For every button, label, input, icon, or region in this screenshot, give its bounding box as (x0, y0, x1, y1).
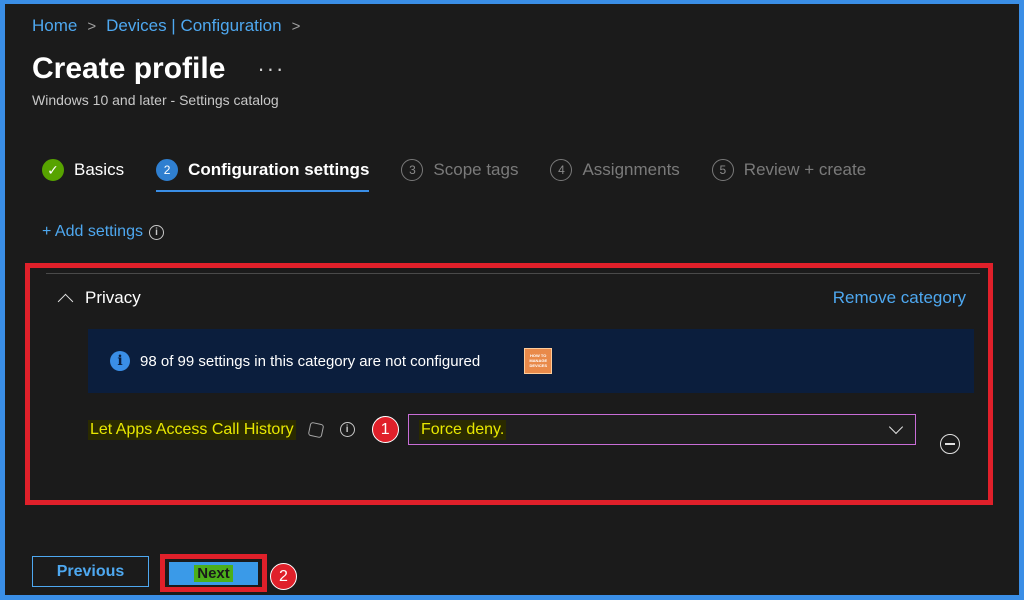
category-header[interactable]: Privacy (57, 288, 141, 309)
tab-configuration-settings[interactable]: 2 Configuration settings (156, 156, 370, 192)
setting-row: Let Apps Access Call History i 1 (88, 416, 399, 443)
divider (46, 273, 980, 274)
tab-assignments[interactable]: 4 Assignments (550, 156, 680, 184)
annotation-badge-2: 2 (270, 563, 297, 590)
breadcrumb-home[interactable]: Home (32, 16, 77, 36)
tab-scope-tags[interactable]: 3 Scope tags (401, 156, 518, 184)
annotation-badge-1: 1 (371, 416, 399, 443)
info-icon[interactable]: i (148, 224, 164, 240)
page-subtitle: Windows 10 and later - Settings catalog (32, 92, 279, 108)
breadcrumb: Home > Devices | Configuration > (32, 16, 300, 36)
breadcrumb-separator-icon: > (291, 17, 301, 35)
info-banner-text: 98 of 99 settings in this category are n… (140, 352, 481, 370)
step-label: Basics (74, 160, 125, 179)
next-button[interactable]: Next (169, 562, 258, 585)
step-label: Configuration settings (188, 160, 370, 179)
chevron-up-icon[interactable] (57, 293, 74, 309)
setting-label: Let Apps Access Call History (88, 419, 296, 440)
page-title-row: Create profile ··· (32, 52, 285, 86)
breadcrumb-separator-icon: > (87, 17, 97, 35)
setting-info-icon[interactable]: i (339, 421, 356, 438)
more-options-icon[interactable]: ··· (257, 56, 285, 82)
step-label: Scope tags (433, 160, 519, 179)
step-number-icon: 4 (550, 159, 573, 181)
breadcrumb-devices-configuration[interactable]: Devices | Configuration (106, 16, 281, 36)
page-title: Create profile (32, 52, 226, 85)
add-settings-link[interactable]: + Add settings i (42, 223, 164, 241)
next-button-highlight: Next (160, 554, 267, 592)
step-label: Assignments (582, 160, 680, 179)
info-circle-icon: i (110, 351, 130, 371)
privacy-category-panel: Privacy Remove category i 98 of 99 setti… (25, 263, 993, 505)
dropdown-selected-value: Force deny. (419, 419, 507, 440)
step-number-icon: 5 (711, 159, 734, 181)
setting-value-dropdown[interactable]: Force deny. (408, 414, 916, 445)
remove-setting-icon[interactable] (940, 434, 960, 454)
chevron-down-icon (888, 419, 904, 435)
step-number-icon: 2 (156, 159, 179, 181)
previous-button[interactable]: Previous (32, 556, 149, 587)
wizard-steps: ✓ Basics 2 Configuration settings 3 Scop… (42, 156, 898, 192)
watermark-logo: HOW TO MANAGE DEVICES (524, 348, 553, 374)
remove-category-link[interactable]: Remove category (833, 288, 966, 308)
copy-icon[interactable] (307, 421, 325, 438)
checkmark-icon: ✓ (42, 159, 64, 181)
next-button-label: Next (194, 565, 233, 582)
step-label: Review + create (743, 160, 867, 179)
tab-review-create[interactable]: 5 Review + create (711, 156, 867, 184)
info-banner: i 98 of 99 settings in this category are… (88, 329, 974, 393)
category-name: Privacy (85, 288, 141, 307)
step-number-icon: 3 (401, 159, 424, 181)
tab-basics[interactable]: ✓ Basics (42, 156, 124, 184)
add-settings-label: + Add settings (42, 223, 143, 240)
